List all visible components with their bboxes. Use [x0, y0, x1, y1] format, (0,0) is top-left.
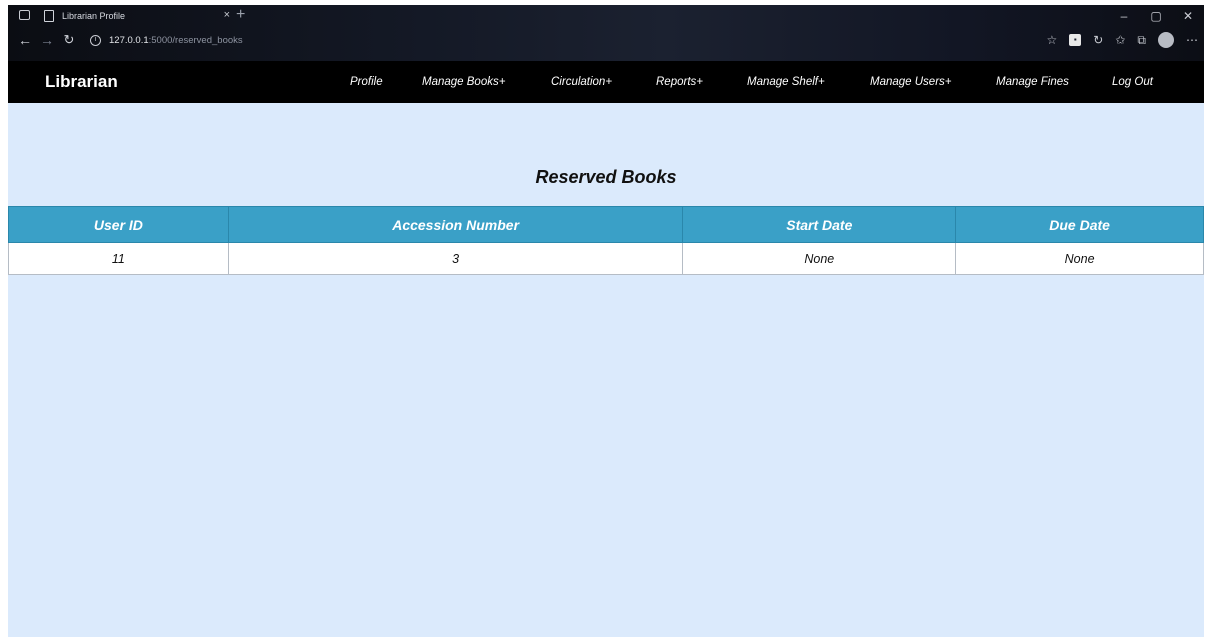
- cell-accession-number: 3: [227, 242, 684, 275]
- column-header-due-date: Due Date: [955, 206, 1204, 243]
- tab-bar: Librarian Profile × + – ▢ ✕: [8, 5, 1204, 27]
- browser-tab[interactable]: Librarian Profile ×: [38, 6, 244, 26]
- new-tab-button[interactable]: +: [236, 5, 245, 25]
- browser-chrome: Librarian Profile × + – ▢ ✕ ← → ↻ i 127.…: [8, 5, 1204, 61]
- nav-manage-fines[interactable]: Manage Fines: [996, 76, 1069, 88]
- nav-manage-shelf[interactable]: Manage Shelf+: [747, 76, 825, 88]
- table-row: 11 3 None None: [8, 242, 1204, 275]
- maximize-button[interactable]: ▢: [1140, 9, 1172, 23]
- top-navbar: Librarian Profile Manage Books+ Circulat…: [8, 61, 1204, 103]
- cell-start-date: None: [682, 242, 957, 275]
- info-icon[interactable]: i: [90, 34, 101, 46]
- nav-manage-books[interactable]: Manage Books+: [422, 76, 505, 88]
- profile-icon[interactable]: [1158, 32, 1174, 48]
- collections-icon[interactable]: ⧉: [1137, 33, 1146, 48]
- url-input[interactable]: i 127.0.0.1 :5000/reserved_books: [90, 30, 243, 50]
- nav-circulation[interactable]: Circulation+: [551, 76, 612, 88]
- favorites-icon[interactable]: ✩: [1115, 33, 1125, 47]
- brand-logo[interactable]: Librarian: [45, 72, 118, 92]
- url-host: 127.0.0.1: [109, 34, 149, 46]
- forward-arrow-icon[interactable]: →: [36, 32, 58, 48]
- column-header-start-date: Start Date: [682, 206, 957, 243]
- main-content: Reserved Books User ID Accession Number …: [8, 103, 1204, 637]
- tab-title: Librarian Profile: [62, 11, 126, 21]
- close-window-button[interactable]: ✕: [1172, 9, 1204, 23]
- reload-icon[interactable]: ↻: [58, 32, 80, 48]
- nav-log-out[interactable]: Log Out: [1112, 76, 1153, 88]
- extension-icon[interactable]: ▪: [1069, 34, 1082, 46]
- browser-toolbar: ☆ ▪ ↻ ✩ ⧉ ⋯: [1035, 30, 1198, 50]
- cell-user-id: 11: [8, 242, 229, 275]
- favorite-icon[interactable]: ☆: [1047, 33, 1058, 47]
- column-header-accession-number: Accession Number: [227, 206, 684, 243]
- table-header-row: User ID Accession Number Start Date Due …: [8, 206, 1204, 243]
- address-bar: ← → ↻ i 127.0.0.1 :5000/reserved_books ☆…: [8, 27, 1204, 53]
- more-icon[interactable]: ⋯: [1186, 33, 1198, 47]
- page-icon: [44, 10, 54, 22]
- window-icon[interactable]: [19, 10, 30, 20]
- back-arrow-icon[interactable]: ←: [14, 32, 36, 48]
- reserved-books-table: User ID Accession Number Start Date Due …: [8, 206, 1204, 275]
- column-header-user-id: User ID: [8, 206, 229, 243]
- nav-manage-users[interactable]: Manage Users+: [870, 76, 952, 88]
- tab-close-icon[interactable]: ×: [224, 9, 230, 21]
- url-path: :5000/reserved_books: [148, 34, 243, 46]
- minimize-button[interactable]: –: [1108, 9, 1140, 23]
- cell-due-date: None: [955, 242, 1204, 275]
- page-title: Reserved Books: [535, 167, 677, 187]
- refresh-icon[interactable]: ↻: [1093, 33, 1103, 47]
- nav-profile[interactable]: Profile: [350, 76, 383, 88]
- window-controls: – ▢ ✕: [1108, 5, 1204, 27]
- nav-reports[interactable]: Reports+: [656, 76, 703, 88]
